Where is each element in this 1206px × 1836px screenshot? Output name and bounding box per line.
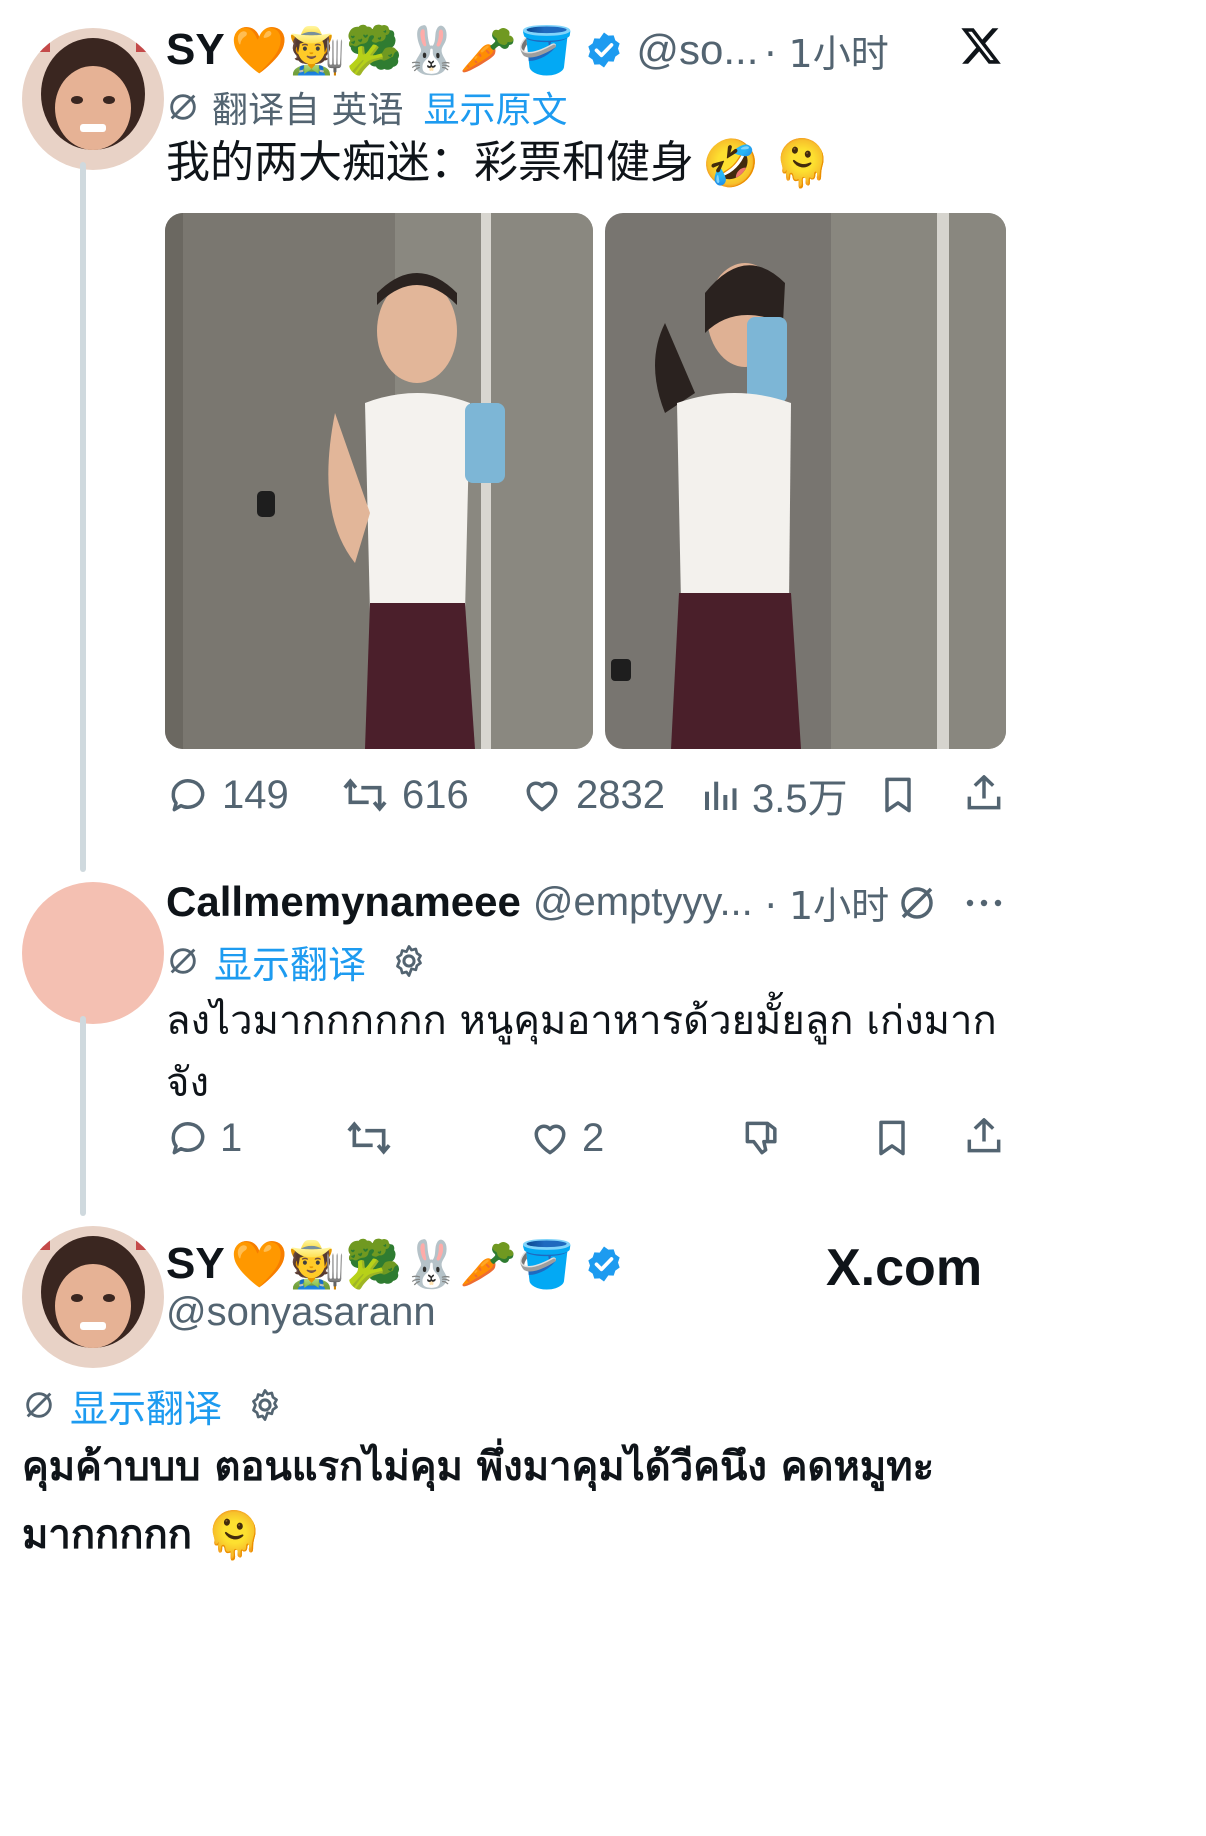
- share-button[interactable]: [962, 771, 1006, 815]
- tweet2-translation-row: 显示翻译: [22, 1378, 284, 1433]
- name-emojis: 🧡🧑‍🌾🥦🐰🥕🪣: [230, 1237, 575, 1291]
- show-translation-link[interactable]: 显示翻译: [70, 1378, 222, 1433]
- heart-icon: [528, 1116, 572, 1160]
- name-emojis: 🧡🧑‍🌾🥦🐰🥕🪣: [230, 23, 575, 77]
- reply-like-count: 2: [582, 1115, 605, 1160]
- brand-watermark: X.com: [826, 1238, 982, 1298]
- translate-icon: [166, 90, 200, 124]
- handle[interactable]: @so...: [636, 26, 758, 74]
- reply-icon: [166, 773, 210, 817]
- tweet2-text-line-2-wrap: มากกกกก 🫠: [22, 1504, 1192, 1566]
- reply-text-line-1: ลงไวมากกกกกก หนูคุมอาหารด้วยมั้ยลูก เก่ง…: [166, 998, 997, 1044]
- reply-header: Callmemynameee @emptyyy... · 1小时: [166, 874, 889, 930]
- reply-count: 149: [222, 772, 289, 817]
- tweet2-header: SY 🧡🧑‍🌾🥦🐰🥕🪣: [166, 1234, 624, 1294]
- reply-icon: [166, 1116, 210, 1160]
- reply-translate-icon[interactable]: [896, 882, 938, 924]
- reply-timestamp[interactable]: · 1小时: [765, 875, 889, 930]
- reply-translation-row: 显示翻译: [166, 934, 428, 989]
- tweet2-text-line-1: คุมค้าบบบ ตอนแรกไม่คุม พึ่งมาคุมได้วีคนึ…: [22, 1444, 935, 1490]
- settings-gear-icon[interactable]: [246, 1386, 284, 1424]
- view-count: 3.5万: [752, 777, 848, 821]
- reply-text: ลงไวมากกกกกก หนูคุมอาหารด้วยมั้ยลูก เก่ง…: [166, 990, 1006, 1114]
- reply-reply-count: 1: [220, 1115, 243, 1160]
- tweet-text-emojis: 🤣 🫠: [702, 136, 832, 190]
- tweet2-handle[interactable]: @sonyasarann: [166, 1290, 436, 1335]
- more-options-icon[interactable]: [964, 896, 1004, 910]
- reply-text-line-2: จัง: [166, 1060, 209, 1106]
- share-icon: [962, 1114, 1006, 1158]
- like-count: 2832: [576, 772, 665, 817]
- thread-line: [80, 1016, 86, 1216]
- avatar[interactable]: [22, 1226, 164, 1368]
- display-name[interactable]: SY: [166, 25, 225, 75]
- reply-retweet-button[interactable]: [344, 1116, 394, 1160]
- x-logo-icon[interactable]: [958, 24, 1004, 68]
- verified-badge-icon: [584, 1244, 624, 1284]
- show-translation-link[interactable]: 显示翻译: [214, 934, 366, 989]
- share-icon: [962, 771, 1006, 815]
- reply-handle[interactable]: @emptyyy...: [533, 880, 753, 925]
- views-button[interactable]: 3.5万: [700, 770, 848, 821]
- reply-bookmark-button[interactable]: [870, 1116, 914, 1160]
- downvote-button[interactable]: [740, 1116, 784, 1160]
- retweet-icon: [340, 773, 390, 817]
- bookmark-button[interactable]: [876, 773, 920, 817]
- reply-avatar[interactable]: [22, 882, 164, 1024]
- heart-icon: [520, 773, 564, 817]
- tweet2-text: คุมค้าบบบ ตอนแรกไม่คุม พึ่งมาคุมได้วีคนึ…: [22, 1436, 1192, 1566]
- bookmark-icon: [870, 1116, 914, 1160]
- translate-icon: [166, 944, 200, 978]
- retweet-count: 616: [402, 772, 469, 817]
- translate-icon: [22, 1388, 56, 1422]
- verified-badge-icon: [584, 30, 624, 70]
- tweet-text-content: 我的两大痴迷：彩票和健身: [166, 137, 694, 188]
- thread-line: [80, 162, 86, 872]
- settings-gear-icon[interactable]: [390, 942, 428, 980]
- bar-chart-icon: [700, 775, 740, 815]
- tweet2-text-emoji: 🫠: [205, 1508, 264, 1562]
- reply-display-name[interactable]: Callmemynameee: [166, 878, 521, 926]
- tweet2-text-line-2: มากกกกก: [22, 1512, 192, 1558]
- media-photo-2[interactable]: [605, 213, 1006, 749]
- translated-from-label: 翻译自 英语: [212, 90, 404, 131]
- timestamp[interactable]: · 1小时: [764, 23, 888, 78]
- brand-text: X.com: [826, 1239, 983, 1297]
- like-button[interactable]: 2832: [520, 770, 665, 820]
- tweet-text: 我的两大痴迷：彩票和健身 🤣 🫠: [166, 132, 831, 194]
- thumbs-down-icon: [740, 1116, 784, 1160]
- retweet-icon: [344, 1116, 394, 1160]
- media-photo-1[interactable]: [165, 213, 593, 749]
- reply-button[interactable]: 149: [166, 770, 289, 820]
- reply-share-button[interactable]: [962, 1114, 1006, 1158]
- translation-row: 翻译自 英语 显示原文: [166, 82, 567, 132]
- retweet-button[interactable]: 616: [340, 770, 469, 820]
- avatar[interactable]: [22, 28, 164, 170]
- reply-like-button[interactable]: 2: [528, 1114, 604, 1162]
- tweet-header: SY 🧡🧑‍🌾🥦🐰🥕🪣 @so... · 1小时: [166, 20, 889, 80]
- bookmark-icon: [876, 773, 920, 817]
- reply-reply-button[interactable]: 1: [166, 1114, 242, 1162]
- display-name[interactable]: SY: [166, 1239, 225, 1289]
- show-original-link[interactable]: 显示原文: [423, 81, 567, 133]
